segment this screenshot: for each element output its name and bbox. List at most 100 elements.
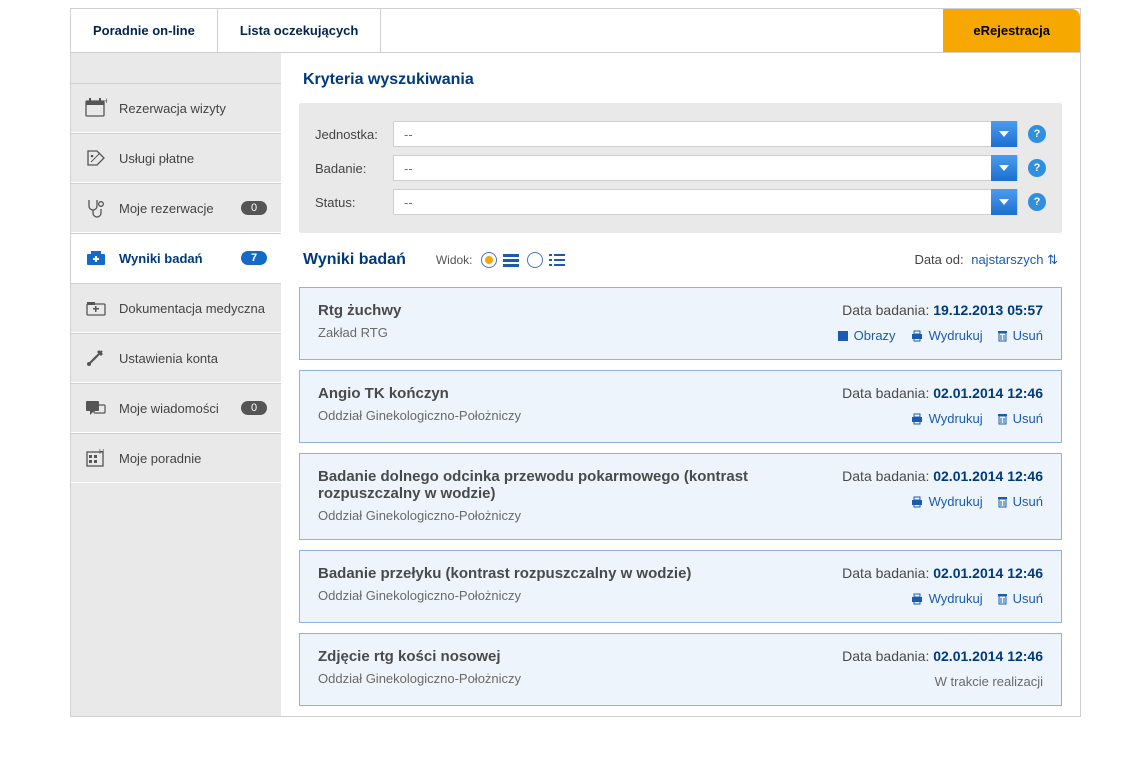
result-name: Badanie przełyku (kontrast rozpuszczalny…	[318, 565, 842, 582]
result-date: Data badania: 02.01.2014 12:46	[842, 468, 1043, 484]
sidebar-item-moje-wiadomości[interactable]: Moje wiadomości 0	[71, 383, 281, 433]
tab-poradnie[interactable]: Poradnie on-line	[71, 9, 218, 52]
result-sub: Oddział Ginekologiczno-Położniczy	[318, 671, 842, 686]
print-icon	[910, 496, 924, 508]
result-sub: Oddział Ginekologiczno-Położniczy	[318, 408, 842, 423]
results-title: Wyniki badań	[303, 251, 406, 269]
sidebar-item-ustawienia-konta[interactable]: Ustawienia konta	[71, 333, 281, 383]
folder-icon	[85, 298, 107, 318]
svg-text:H: H	[99, 449, 104, 456]
tools-icon	[85, 348, 107, 368]
result-card[interactable]: Badanie dolnego odcinka przewodu pokarmo…	[299, 453, 1062, 540]
result-card[interactable]: Zdjęcie rtg kości nosowej Oddział Ginekol…	[299, 633, 1062, 706]
action-print[interactable]: Wydrukuj	[910, 494, 983, 509]
sidebar-badge: 7	[241, 251, 267, 265]
result-name: Zdjęcie rtg kości nosowej	[318, 648, 842, 665]
result-date: Data badania: 02.01.2014 12:46	[842, 385, 1043, 401]
sidebar-item-label: Moje poradnie	[119, 451, 267, 466]
action-print[interactable]: Wydrukuj	[910, 591, 983, 606]
tag-icon	[85, 148, 107, 168]
criteria-title: Kryteria wyszukiwania	[281, 53, 1080, 103]
results-icon	[85, 248, 107, 268]
sidebar-item-label: Ustawienia konta	[119, 351, 267, 366]
criteria-label: Status:	[315, 195, 393, 210]
criteria-label: Badanie:	[315, 161, 393, 176]
action-del[interactable]: Usuń	[997, 328, 1043, 343]
sidebar-badge: 0	[241, 401, 267, 415]
results-header: Wyniki badań Widok: Data od: najstars	[281, 233, 1080, 277]
dropdown-icon	[991, 189, 1017, 215]
sidebar-item-label: Moje rezerwacje	[119, 201, 229, 216]
result-card[interactable]: Angio TK kończyn Oddział Ginekologiczno-P…	[299, 370, 1062, 443]
sidebar-item-label: Dokumentacja medyczna	[119, 301, 267, 316]
topbar-spacer	[381, 9, 943, 52]
view-radio-card[interactable]	[481, 252, 497, 268]
result-name: Badanie dolnego odcinka przewodu pokarmo…	[318, 468, 842, 502]
sidebar-badge: 0	[241, 201, 267, 215]
view-list-icon[interactable]	[549, 253, 565, 267]
sidebar-item-wyniki-badań[interactable]: Wyniki badań 7	[71, 233, 281, 283]
sidebar-item-label: Wyniki badań	[119, 251, 229, 266]
view-label: Widok:	[436, 253, 473, 267]
del-icon	[997, 496, 1008, 508]
action-print[interactable]: Wydrukuj	[910, 328, 983, 343]
sort-label: Data od:	[914, 252, 963, 267]
result-sub: Oddział Ginekologiczno-Położniczy	[318, 588, 842, 603]
images-icon	[837, 330, 849, 342]
result-status: W trakcie realizacji	[842, 674, 1043, 689]
result-card[interactable]: Rtg żuchwy Zakład RTGData badania: 19.12.…	[299, 287, 1062, 360]
sidebar: + Rezerwacja wizyty Usługi płatne Moje reze…	[71, 53, 281, 716]
criteria-label: Jednostka:	[315, 127, 393, 142]
criteria-row-2: Status:--?	[315, 189, 1046, 215]
help-icon[interactable]: ?	[1028, 193, 1046, 211]
result-date: Data badania: 02.01.2014 12:46	[842, 565, 1043, 581]
clinic-icon: H	[85, 448, 107, 468]
sidebar-item-dokumentacja-medyczna[interactable]: Dokumentacja medyczna	[71, 283, 281, 333]
sort-icon: ⇅	[1047, 252, 1058, 267]
sidebar-item-label: Usługi płatne	[119, 151, 267, 166]
brand-label: eRejestracja	[943, 9, 1080, 52]
sidebar-item-rezerwacja-wizyty[interactable]: + Rezerwacja wizyty	[71, 83, 281, 133]
action-print[interactable]: Wydrukuj	[910, 411, 983, 426]
sort-value[interactable]: najstarszych ⇅	[971, 252, 1058, 267]
result-card[interactable]: Badanie przełyku (kontrast rozpuszczalny…	[299, 550, 1062, 623]
sidebar-item-label: Moje wiadomości	[119, 401, 229, 416]
result-sub: Oddział Ginekologiczno-Położniczy	[318, 508, 842, 523]
dropdown-icon	[991, 121, 1017, 147]
topbar: Poradnie on-line Lista oczekujących eRej…	[70, 8, 1081, 52]
result-date: Data badania: 19.12.2013 05:57	[837, 302, 1043, 318]
result-name: Rtg żuchwy	[318, 302, 837, 319]
view-radio-list[interactable]	[527, 252, 543, 268]
criteria-row-0: Jednostka:--?	[315, 121, 1046, 147]
msg-icon	[85, 398, 107, 418]
sidebar-item-usługi-płatne[interactable]: Usługi płatne	[71, 133, 281, 183]
help-icon[interactable]: ?	[1028, 125, 1046, 143]
criteria-value: --	[394, 161, 991, 176]
action-del[interactable]: Usuń	[997, 411, 1043, 426]
criteria-select-1[interactable]: --	[393, 155, 1018, 181]
sidebar-item-label: Rezerwacja wizyty	[119, 101, 267, 116]
help-icon[interactable]: ?	[1028, 159, 1046, 177]
action-del[interactable]: Usuń	[997, 591, 1043, 606]
tab-lista-oczekujacych[interactable]: Lista oczekujących	[218, 9, 382, 52]
result-sub: Zakład RTG	[318, 325, 837, 340]
view-lines-icon[interactable]	[503, 253, 519, 267]
criteria-box: Jednostka:--?Badanie:--?Status:--?	[299, 103, 1062, 233]
sidebar-item-moje-rezerwacje[interactable]: Moje rezerwacje 0	[71, 183, 281, 233]
criteria-select-2[interactable]: --	[393, 189, 1018, 215]
print-icon	[910, 593, 924, 605]
print-icon	[910, 413, 924, 425]
stetho-icon	[85, 198, 107, 218]
criteria-row-1: Badanie:--?	[315, 155, 1046, 181]
sidebar-gap	[71, 53, 281, 83]
criteria-select-0[interactable]: --	[393, 121, 1018, 147]
result-date: Data badania: 02.01.2014 12:46	[842, 648, 1043, 664]
action-images[interactable]: Obrazy	[837, 328, 896, 343]
svg-text:+: +	[104, 98, 107, 106]
sidebar-item-moje-poradnie[interactable]: H Moje poradnie	[71, 433, 281, 483]
criteria-value: --	[394, 127, 991, 142]
criteria-value: --	[394, 195, 991, 210]
dropdown-icon	[991, 155, 1017, 181]
result-name: Angio TK kończyn	[318, 385, 842, 402]
action-del[interactable]: Usuń	[997, 494, 1043, 509]
